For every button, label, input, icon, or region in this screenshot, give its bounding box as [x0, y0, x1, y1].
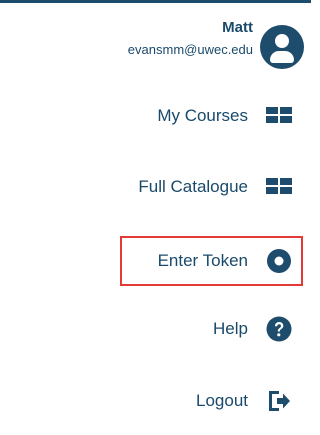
menu-item-my-courses[interactable]: My Courses — [0, 96, 311, 136]
menu-item-enter-token[interactable]: Enter Token — [0, 241, 311, 281]
menu-item-label: Logout — [196, 391, 248, 410]
grid-icon — [266, 174, 292, 200]
menu-item-label: Help — [213, 319, 248, 338]
menu-item-label: My Courses — [157, 106, 248, 125]
question-circle-icon — [266, 316, 292, 342]
menu-item-logout[interactable]: Logout — [0, 381, 311, 421]
user-email: evansmm@uwec.edu — [127, 42, 253, 57]
menu-item-full-catalogue[interactable]: Full Catalogue — [0, 167, 311, 207]
user-name: Matt — [222, 19, 253, 36]
user-avatar-icon[interactable] — [260, 25, 304, 69]
menu-item-label: Full Catalogue — [138, 177, 248, 196]
grid-icon — [266, 103, 292, 129]
menu-item-label: Enter Token — [157, 251, 248, 270]
top-bar — [0, 0, 311, 3]
user-info: Matt evansmm@uwec.edu — [0, 8, 311, 69]
menu-item-help[interactable]: Help — [0, 309, 311, 349]
circle-dot-icon — [266, 248, 292, 274]
logout-icon — [266, 388, 292, 414]
